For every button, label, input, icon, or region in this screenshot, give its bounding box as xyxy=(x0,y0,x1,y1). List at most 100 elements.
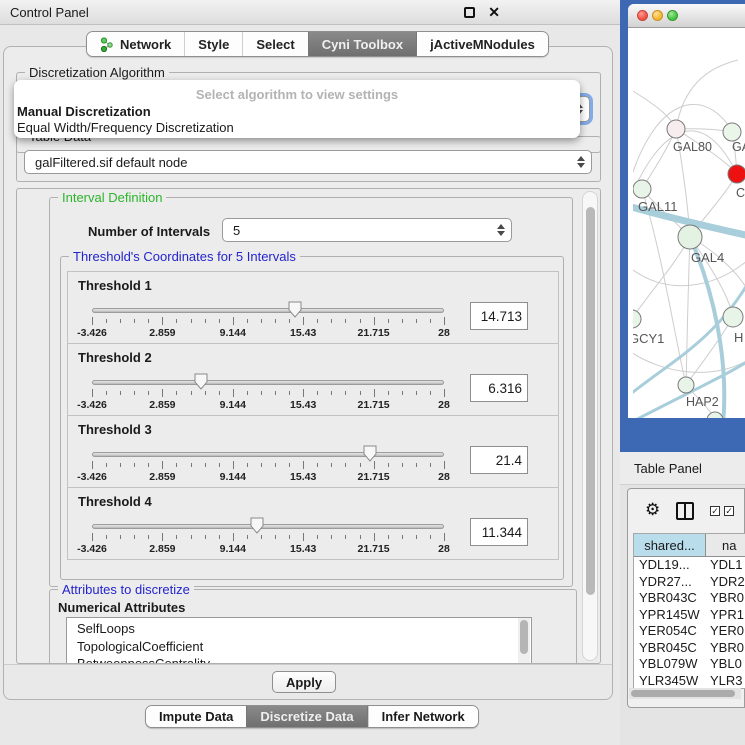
threshold-1-panel: Threshold 1 -3.4262.8599.14415.4321.7152… xyxy=(67,271,559,344)
threshold-2-slider[interactable]: -3.4262.8599.14415.4321.71528 xyxy=(92,370,444,414)
list-item[interactable]: TopologicalCoefficient xyxy=(67,638,531,656)
panel-title: Control Panel xyxy=(10,5,89,20)
slider-thumb[interactable] xyxy=(288,301,302,318)
network-node[interactable] xyxy=(633,180,651,198)
group-title: Discretization Algorithm xyxy=(25,65,169,80)
dropdown-option-equal-width-frequency[interactable]: Equal Width/Frequency Discretization xyxy=(17,120,234,135)
minimize-traffic-light-icon[interactable] xyxy=(652,10,663,21)
table-row[interactable]: YLR345WYLR3 xyxy=(634,673,745,690)
checkbox-icon[interactable]: ✓ xyxy=(724,506,734,516)
gear-icon[interactable]: ⚙ xyxy=(645,501,660,518)
number-of-intervals-value: 5 xyxy=(223,223,491,238)
slider-ticks xyxy=(92,317,444,326)
slider-thumb[interactable] xyxy=(194,373,208,390)
node-label: GAL xyxy=(732,140,745,154)
table-data-select[interactable]: galFiltered.sif default node xyxy=(24,150,592,174)
network-graph[interactable]: GAL80GALCGAL11GAL4GCY1HHAP2 xyxy=(633,28,745,418)
close-icon[interactable]: ✕ xyxy=(488,4,500,21)
tab-style[interactable]: Style xyxy=(184,32,242,56)
number-of-intervals-select[interactable]: 5 xyxy=(222,218,512,242)
slider-track[interactable] xyxy=(92,308,444,313)
network-edge[interactable] xyxy=(676,60,738,129)
screen: { "colors": { "selected_tab_bg": "#7a7a7… xyxy=(0,0,745,745)
tab-jactivemnodules[interactable]: jActiveMNodules xyxy=(417,32,548,56)
network-node[interactable] xyxy=(723,123,741,141)
table-data-value: galFiltered.sif default node xyxy=(25,155,571,170)
table-row[interactable]: YBR045CYBR0 xyxy=(634,640,745,657)
threshold-1-slider[interactable]: -3.4262.8599.14415.4321.71528 xyxy=(92,298,444,342)
list-scrollbar[interactable] xyxy=(518,618,530,664)
dropdown-option-manual-discretization[interactable]: Manual Discretization xyxy=(17,104,151,119)
checkbox-icon[interactable]: ✓ xyxy=(710,506,720,516)
threshold-value-field[interactable]: 21.4 xyxy=(470,446,528,474)
tab-impute-data[interactable]: Impute Data xyxy=(146,706,246,727)
threshold-value-field[interactable]: 14.713 xyxy=(470,302,528,330)
network-edge[interactable] xyxy=(686,237,690,385)
right-zone: GAL80GALCGAL11GAL4GCY1HHAP2 Table Panel … xyxy=(620,0,745,745)
list-item[interactable]: BetweennessCentrality xyxy=(67,655,531,664)
tab-cyni-toolbox[interactable]: Cyni Toolbox xyxy=(308,32,417,56)
network-node[interactable] xyxy=(678,225,702,249)
network-window-titlebar xyxy=(628,4,745,28)
node-label: C xyxy=(736,186,745,200)
network-node[interactable] xyxy=(678,377,694,393)
settings-scrollbar[interactable] xyxy=(582,191,598,661)
network-view-frame: GAL80GALCGAL11GAL4GCY1HHAP2 xyxy=(620,0,745,452)
table-row[interactable]: YDR27...YDR2 xyxy=(634,574,745,591)
dropdown-placeholder: Select algorithm to view settings xyxy=(14,87,580,102)
threshold-value-field[interactable]: 6.316 xyxy=(470,374,528,402)
table-row[interactable]: YER054CYER0 xyxy=(634,623,745,640)
slider-tick-labels: -3.4262.8599.14415.4321.71528 xyxy=(92,471,444,483)
network-node[interactable] xyxy=(707,412,723,418)
network-edge[interactable] xyxy=(633,350,745,372)
tab-discretize-data[interactable]: Discretize Data xyxy=(246,706,367,727)
threshold-label: Threshold 1 xyxy=(78,278,152,293)
thresholds-group: Threshold's Coordinates for 5 Intervals … xyxy=(60,256,564,580)
table-row[interactable]: YBL079WYBL0 xyxy=(634,656,745,673)
group-title: Threshold's Coordinates for 5 Intervals xyxy=(69,249,300,264)
network-canvas[interactable]: GAL80GALCGAL11GAL4GCY1HHAP2 xyxy=(633,28,745,418)
threshold-3-slider[interactable]: -3.4262.8599.14415.4321.71528 xyxy=(92,442,444,486)
float-window-icon[interactable] xyxy=(464,7,475,18)
column-header-shared-name[interactable]: shared... xyxy=(634,534,706,556)
slider-track[interactable] xyxy=(92,380,444,385)
split-columns-icon[interactable] xyxy=(676,502,694,520)
table-row[interactable]: YDL19...YDL1 xyxy=(634,557,745,574)
close-traffic-light-icon[interactable] xyxy=(637,10,648,21)
threshold-2-panel: Threshold 2 -3.4262.8599.14415.4321.7152… xyxy=(67,343,559,416)
network-node[interactable] xyxy=(723,307,743,327)
tab-network[interactable]: Network xyxy=(87,32,184,56)
table-header-row: shared... na xyxy=(634,534,745,557)
network-node[interactable] xyxy=(633,310,641,328)
table-row[interactable]: YPR145WYPR1 xyxy=(634,607,745,624)
threshold-label: Threshold 4 xyxy=(78,494,152,509)
combo-stepper-icon[interactable] xyxy=(491,224,511,236)
threshold-value-field[interactable]: 11.344 xyxy=(470,518,528,546)
table-horizontal-scrollbar[interactable] xyxy=(629,688,741,699)
table-rows: YDL19...YDL1YDR27...YDR2YBR043CYBR0YPR14… xyxy=(634,557,745,689)
table-panel-title: Table Panel xyxy=(634,461,702,476)
threshold-4-slider[interactable]: -3.4262.8599.14415.4321.71528 xyxy=(92,514,444,558)
attributes-group: Attributes to discretize Numerical Attri… xyxy=(49,589,577,664)
tab-select[interactable]: Select xyxy=(242,32,307,56)
list-item[interactable]: SelfLoops xyxy=(67,620,531,638)
combo-stepper-icon[interactable] xyxy=(571,156,591,168)
apply-button[interactable]: Apply xyxy=(272,671,336,693)
slider-ticks xyxy=(92,389,444,398)
threshold-3-panel: Threshold 3 -3.4262.8599.14415.4321.7152… xyxy=(67,415,559,488)
network-edge[interactable] xyxy=(633,237,690,319)
network-node[interactable] xyxy=(728,165,745,183)
network-node[interactable] xyxy=(667,120,685,138)
slider-track[interactable] xyxy=(92,524,444,529)
node-table: shared... na YDL19...YDL1YDR27...YDR2YBR… xyxy=(633,533,745,689)
algorithm-dropdown-popup: Select algorithm to view settings Manual… xyxy=(14,80,580,138)
slider-thumb[interactable] xyxy=(250,517,264,534)
column-header-name[interactable]: na xyxy=(706,534,745,556)
table-row[interactable]: YBR043CYBR0 xyxy=(634,590,745,607)
zoom-traffic-light-icon[interactable] xyxy=(667,10,678,21)
tab-infer-network[interactable]: Infer Network xyxy=(368,706,478,727)
slider-thumb[interactable] xyxy=(363,445,377,462)
numerical-attributes-list[interactable]: SelfLoopsTopologicalCoefficientBetweenne… xyxy=(66,617,532,664)
slider-track[interactable] xyxy=(92,452,444,457)
slider-tick-labels: -3.4262.8599.14415.4321.71528 xyxy=(92,327,444,339)
